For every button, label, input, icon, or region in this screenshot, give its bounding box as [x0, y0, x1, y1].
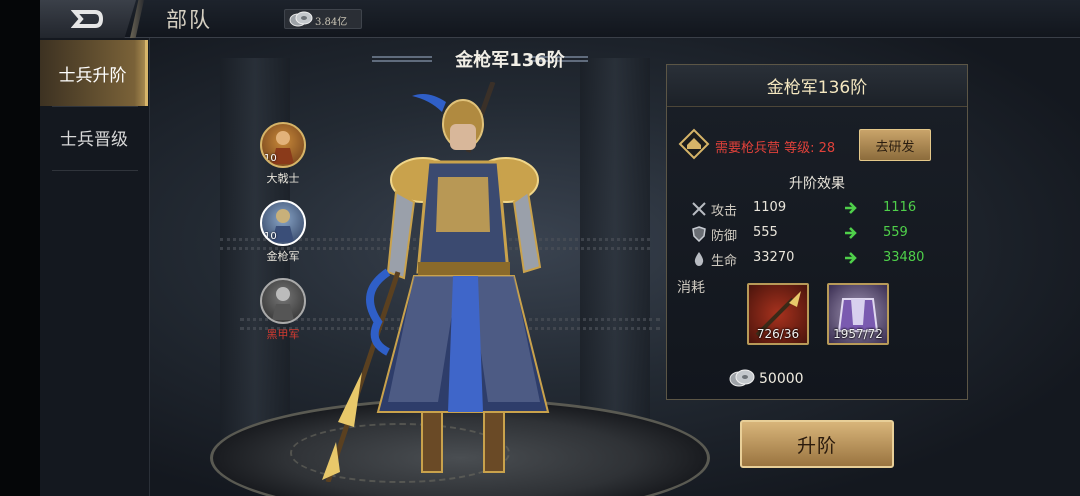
back-arrow-icon: [71, 10, 104, 28]
stat-next: 1116: [883, 200, 917, 215]
requirement-text: 需要枪兵营 等级: 28: [715, 141, 836, 156]
effect-title: 升阶效果: [789, 176, 845, 192]
stat-current: 33270: [753, 250, 795, 265]
arrow-right-icon: [845, 227, 857, 239]
consume-label: 消耗: [677, 280, 705, 296]
stat-label: 生命: [711, 254, 738, 269]
unit-slot-locked[interactable]: 黑甲军: [258, 278, 308, 342]
material-slot-armor[interactable]: 1957/72: [827, 283, 889, 345]
sidebar-item-soldier-upgrade[interactable]: 士兵升阶: [40, 40, 148, 106]
currency-value: 3.84亿: [315, 17, 348, 28]
stat-row-hp: 生命 33270 33480: [691, 249, 931, 269]
stat-current: 1109: [753, 200, 787, 215]
character-title: 金枪军136阶: [455, 50, 565, 71]
shield-icon: [692, 226, 706, 242]
sidebar-item-soldier-promote[interactable]: 士兵晋级: [40, 104, 148, 170]
material-count: 1957/72: [833, 327, 883, 341]
unit-slot-jinqiangjun[interactable]: 10 金枪军: [258, 200, 308, 264]
stat-row-attack: 攻击 1109 1116: [691, 199, 931, 219]
stat-next: 33480: [883, 250, 925, 265]
unit-slot-dajishi[interactable]: 10 大戟士: [258, 122, 308, 186]
currency-display: 3.84亿: [284, 9, 362, 29]
warrior-figure[interactable]: [318, 82, 608, 482]
barracks-icon: [678, 128, 710, 160]
unit-portrait: [260, 278, 306, 324]
material-slot-spear[interactable]: 726/36: [747, 283, 809, 345]
material-count: 726/36: [756, 327, 800, 341]
upgrade-info-panel: 金枪军136阶 需要枪兵营 等级: 28 去研发 升阶效果 攻击 1109 11…: [666, 64, 968, 400]
unit-name: 黑甲军: [266, 328, 300, 341]
stat-row-defense: 防御 555 559: [691, 224, 931, 244]
silver-coin-icon: [289, 11, 313, 27]
upgrade-cost: 50000: [729, 369, 804, 387]
sidebar: 士兵升阶 士兵晋级: [40, 38, 150, 496]
background-pillar: [220, 58, 290, 478]
research-button[interactable]: 去研发: [859, 129, 931, 161]
panel-title: 金枪军136阶: [766, 78, 868, 98]
cost-value: 50000: [759, 371, 804, 387]
warrior-portrait-icon: [272, 287, 294, 320]
sidebar-divider: [52, 170, 138, 171]
stat-label: 攻击: [711, 204, 738, 219]
drop-icon: [694, 252, 704, 266]
stat-label: 防御: [711, 229, 738, 244]
unit-name: 金枪军: [266, 250, 300, 263]
stat-current: 555: [753, 225, 778, 240]
unit-level: 10: [264, 153, 277, 164]
unit-portrait: 10: [260, 122, 306, 168]
silver-coin-icon: [729, 369, 755, 387]
arrow-right-icon: [845, 202, 857, 214]
back-button[interactable]: [40, 0, 136, 38]
unit-name: 大戟士: [266, 172, 300, 185]
upgrade-button[interactable]: 升阶: [740, 420, 894, 468]
screen-edge: [0, 0, 40, 496]
unit-level: 10: [264, 231, 277, 242]
stat-next: 559: [883, 225, 908, 240]
page-title: 部队: [166, 8, 212, 32]
unit-portrait: 10: [260, 200, 306, 246]
arrow-right-icon: [845, 252, 857, 264]
sword-icon: [692, 202, 706, 216]
